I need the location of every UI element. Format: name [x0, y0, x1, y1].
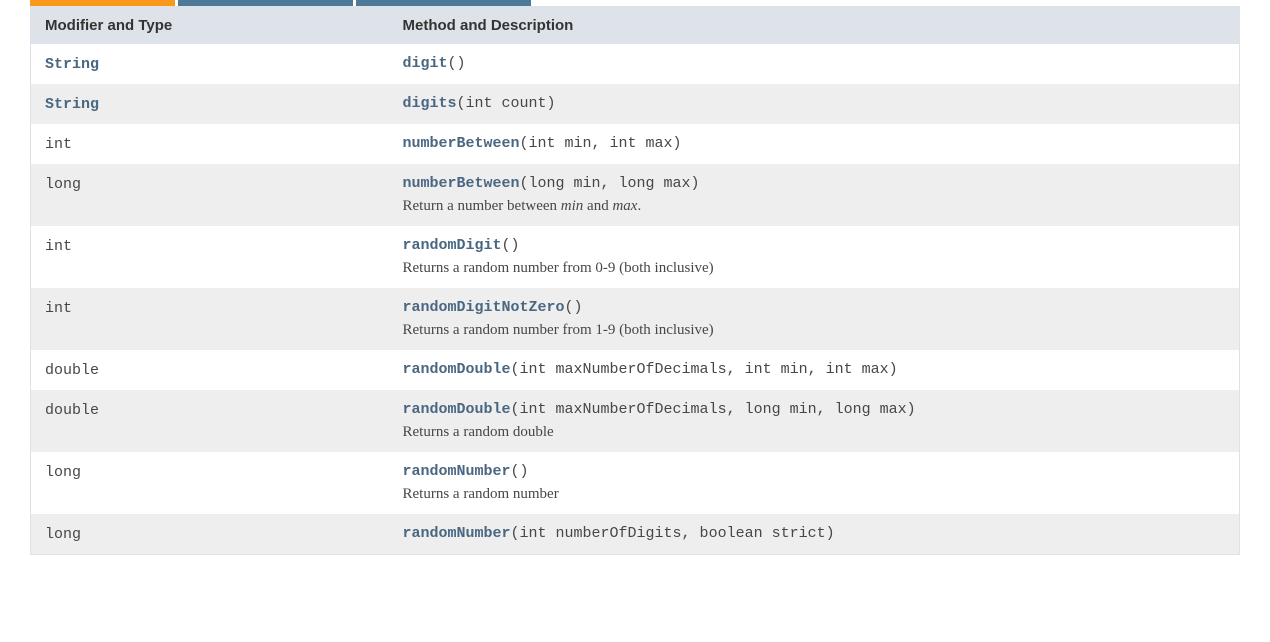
method-description: Return a number between min and max.: [403, 198, 1226, 215]
table-row: int randomDigit() Returns a random number …: [31, 226, 1240, 288]
table-header-row: Modifier and Type Method and Description: [31, 7, 1240, 45]
type-text: int: [45, 136, 72, 153]
cell-modifier-type: double: [31, 350, 389, 390]
cell-modifier-type: long: [31, 452, 389, 514]
method-description: Returns a random number: [403, 486, 1226, 503]
tab-inactive-2[interactable]: [356, 0, 531, 6]
method-link[interactable]: randomDouble: [403, 401, 511, 418]
cell-method-description: randomDigitNotZero() Returns a random num…: [389, 288, 1240, 350]
method-signature: randomDigit(): [403, 237, 1226, 254]
method-signature: digits(int count): [403, 95, 1226, 112]
table-row: String digits(int count): [31, 84, 1240, 124]
type-link[interactable]: String: [45, 96, 99, 113]
method-signature: randomDigitNotZero(): [403, 299, 1226, 316]
cell-modifier-type: double: [31, 390, 389, 452]
method-params: (): [511, 463, 529, 480]
method-signature: randomDouble(int maxNumberOfDecimals, in…: [403, 361, 1226, 378]
method-link[interactable]: randomDouble: [403, 361, 511, 378]
method-signature: digit(): [403, 55, 1226, 72]
method-link[interactable]: digits: [403, 95, 457, 112]
method-signature: numberBetween(long min, long max): [403, 175, 1226, 192]
type-text: int: [45, 300, 72, 317]
cell-method-description: numberBetween(int min, int max): [389, 124, 1240, 164]
method-description: Returns a random number from 1-9 (both i…: [403, 322, 1226, 339]
method-params: (): [565, 299, 583, 316]
type-text: int: [45, 238, 72, 255]
method-description: Returns a random number from 0-9 (both i…: [403, 260, 1226, 277]
method-signature: randomNumber(): [403, 463, 1226, 480]
table-row: String digit(): [31, 44, 1240, 84]
cell-modifier-type: long: [31, 514, 389, 555]
cell-modifier-type: int: [31, 124, 389, 164]
method-params: (): [502, 237, 520, 254]
header-modifier-type: Modifier and Type: [31, 7, 389, 45]
cell-modifier-type: long: [31, 164, 389, 226]
cell-method-description: randomNumber() Returns a random number: [389, 452, 1240, 514]
cell-modifier-type: String: [31, 44, 389, 84]
method-params: (long min, long max): [520, 175, 700, 192]
method-signature: numberBetween(int min, int max): [403, 135, 1226, 152]
cell-modifier-type: int: [31, 288, 389, 350]
cell-method-description: numberBetween(long min, long max) Return …: [389, 164, 1240, 226]
table-row: int randomDigitNotZero() Returns a random …: [31, 288, 1240, 350]
type-text: double: [45, 402, 99, 419]
cell-method-description: randomNumber(int numberOfDigits, boolean…: [389, 514, 1240, 555]
cell-method-description: digit(): [389, 44, 1240, 84]
method-params: (): [448, 55, 466, 72]
method-params: (int maxNumberOfDecimals, int min, int m…: [511, 361, 898, 378]
cell-method-description: randomDouble(int maxNumberOfDecimals, in…: [389, 350, 1240, 390]
method-link[interactable]: randomNumber: [403, 525, 511, 542]
table-row: long randomNumber() Returns a random numbe…: [31, 452, 1240, 514]
method-params: (int numberOfDigits, boolean strict): [511, 525, 835, 542]
type-text: long: [45, 464, 81, 481]
table-row: int numberBetween(int min, int max): [31, 124, 1240, 164]
method-params: (int count): [457, 95, 556, 112]
header-method-description: Method and Description: [389, 7, 1240, 45]
tab-active[interactable]: [30, 0, 175, 6]
type-link[interactable]: String: [45, 56, 99, 73]
method-link[interactable]: numberBetween: [403, 135, 520, 152]
tab-inactive-1[interactable]: [178, 0, 353, 6]
method-link[interactable]: randomDigit: [403, 237, 502, 254]
cell-modifier-type: int: [31, 226, 389, 288]
cell-modifier-type: String: [31, 84, 389, 124]
method-description: Returns a random double: [403, 424, 1226, 441]
cell-method-description: randomDigit() Returns a random number fro…: [389, 226, 1240, 288]
table-row: double randomDouble(int maxNumberOfDecima…: [31, 390, 1240, 452]
type-text: long: [45, 176, 81, 193]
method-link[interactable]: numberBetween: [403, 175, 520, 192]
method-params: (int min, int max): [520, 135, 682, 152]
table-row: double randomDouble(int maxNumberOfDecima…: [31, 350, 1240, 390]
type-text: long: [45, 526, 81, 543]
method-signature: randomNumber(int numberOfDigits, boolean…: [403, 525, 1226, 542]
table-row: long randomNumber(int numberOfDigits, boo…: [31, 514, 1240, 555]
method-link[interactable]: randomNumber: [403, 463, 511, 480]
cell-method-description: randomDouble(int maxNumberOfDecimals, lo…: [389, 390, 1240, 452]
method-link[interactable]: digit: [403, 55, 448, 72]
table-row: long numberBetween(long min, long max) Ret…: [31, 164, 1240, 226]
method-link[interactable]: randomDigitNotZero: [403, 299, 565, 316]
cell-method-description: digits(int count): [389, 84, 1240, 124]
method-summary-table: Modifier and Type Method and Description…: [30, 6, 1240, 555]
method-params: (int maxNumberOfDecimals, long min, long…: [511, 401, 916, 418]
type-text: double: [45, 362, 99, 379]
method-signature: randomDouble(int maxNumberOfDecimals, lo…: [403, 401, 1226, 418]
